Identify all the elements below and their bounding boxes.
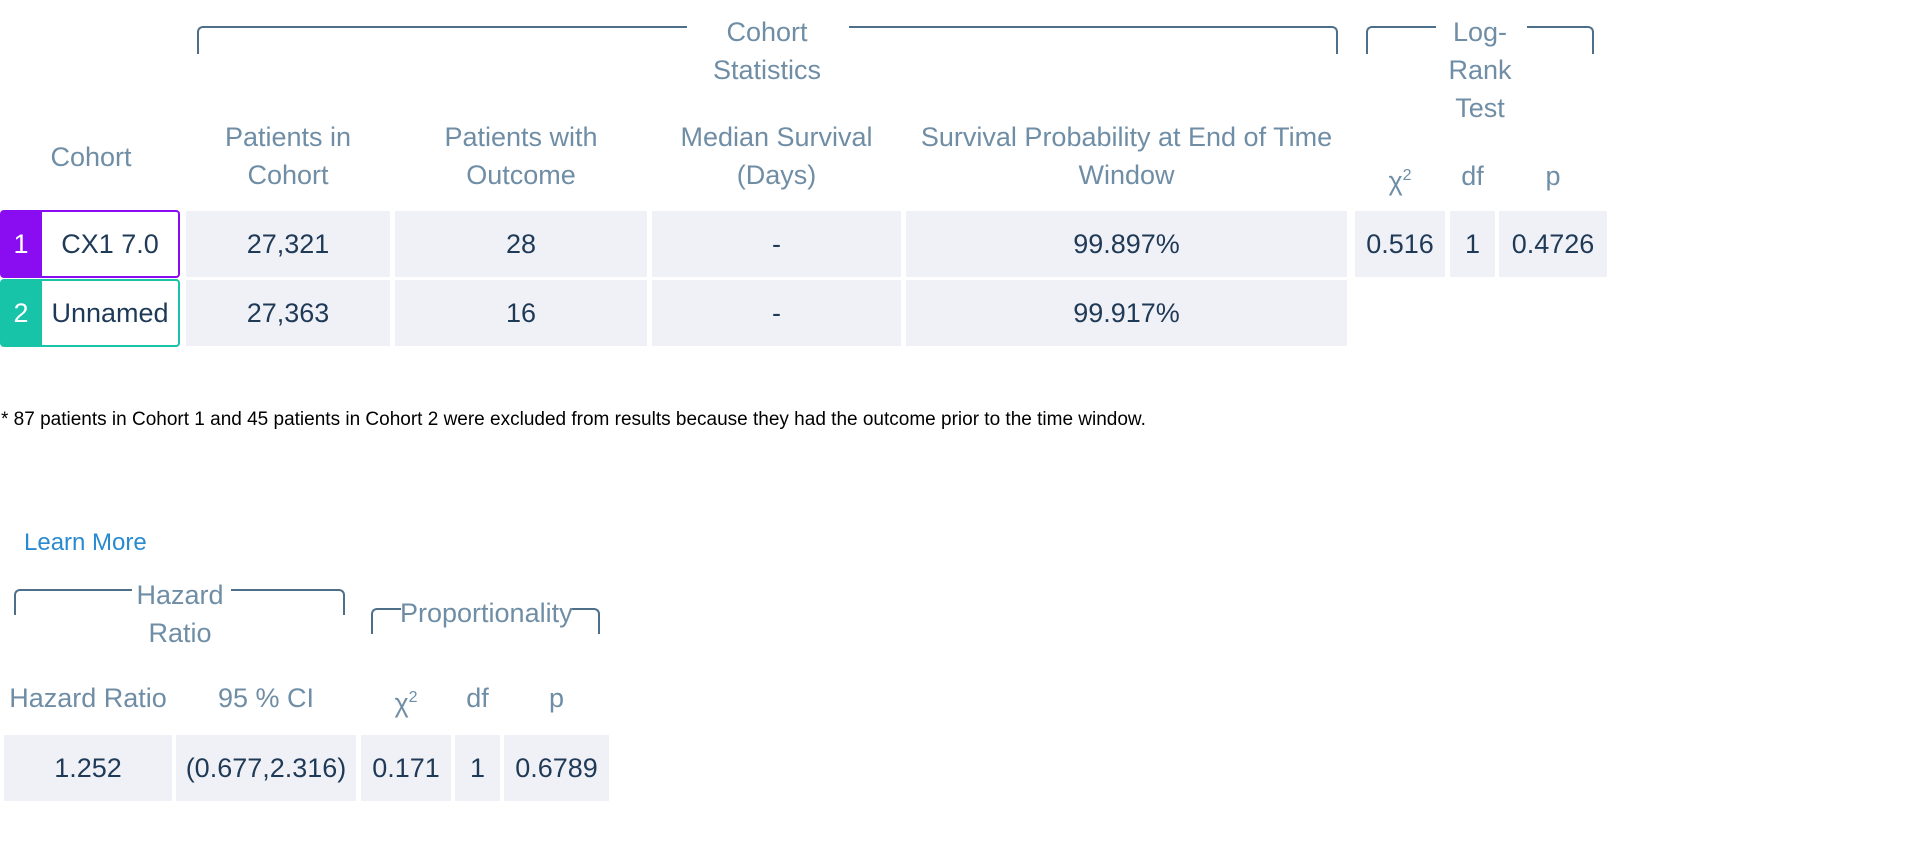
patients-in-cohort-cell: 27,321 xyxy=(186,211,390,277)
log-rank-df-cell: 1 xyxy=(1450,211,1495,277)
log-rank-chi2-cell: 0.516 xyxy=(1355,211,1445,277)
hazard-ratio-group-label: Hazard Ratio xyxy=(136,580,224,648)
ci-cell: (0.677,2.316) xyxy=(176,735,356,801)
log-rank-chi2-header: χ2 xyxy=(1388,166,1412,196)
hazard-ratio-bracket-left xyxy=(14,589,132,615)
hazard-ratio-bracket-right xyxy=(231,589,345,615)
median-survival-cell: - xyxy=(652,280,901,346)
cohort-statistics-bracket-left xyxy=(197,26,687,54)
patients-in-cohort-header: Patients in Cohort xyxy=(224,122,352,190)
cohort-statistics-bracket-right xyxy=(849,26,1338,54)
proportionality-bracket-right xyxy=(570,608,600,634)
exclusion-footnote: * 87 patients in Cohort 1 and 45 patient… xyxy=(1,409,1146,430)
cohort-number-badge: 1 xyxy=(0,210,42,278)
proportionality-p-header: p xyxy=(548,683,565,713)
median-survival-header: Median Survival (Days) xyxy=(680,122,873,190)
learn-more-link[interactable]: Learn More xyxy=(24,529,147,557)
hazard-ratio-cell: 1.252 xyxy=(4,735,172,801)
proportionality-chi2-header: χ2 xyxy=(394,688,418,718)
cohort-number-badge: 2 xyxy=(0,279,42,347)
log-rank-p-cell: 0.4726 xyxy=(1499,211,1607,277)
patients-with-outcome-cell: 28 xyxy=(395,211,647,277)
survival-probability-cell: 99.897% xyxy=(906,211,1347,277)
median-survival-cell: - xyxy=(652,211,901,277)
proportionality-chi2-cell: 0.171 xyxy=(361,735,451,801)
survival-probability-header: Survival Probability at End of Time Wind… xyxy=(920,122,1333,190)
survival-probability-cell: 99.917% xyxy=(906,280,1347,346)
proportionality-group-label: Proportionality xyxy=(400,598,573,628)
proportionality-df-header: df xyxy=(466,683,489,713)
log-rank-df-header: df xyxy=(1461,161,1484,191)
log-rank-bracket-left xyxy=(1366,26,1436,54)
cohort-statistics-group-label: Cohort Statistics xyxy=(712,17,822,85)
cohort-name[interactable]: Unnamed xyxy=(42,279,180,347)
log-rank-bracket-right xyxy=(1527,26,1594,54)
patients-in-cohort-cell: 27,363 xyxy=(186,280,390,346)
cohort-header: Cohort xyxy=(50,142,132,172)
hazard-ratio-header: Hazard Ratio xyxy=(9,683,167,713)
patients-with-outcome-cell: 16 xyxy=(395,280,647,346)
proportionality-p-cell: 0.6789 xyxy=(504,735,609,801)
patients-with-outcome-header: Patients with Outcome xyxy=(444,122,598,190)
log-rank-group-label: Log-Rank Test xyxy=(1448,17,1512,123)
proportionality-df-cell: 1 xyxy=(455,735,500,801)
cohort-name[interactable]: CX1 7.0 xyxy=(42,210,180,278)
ci-header: 95 % CI xyxy=(217,683,315,713)
log-rank-p-header: p xyxy=(1545,161,1561,191)
proportionality-bracket-left xyxy=(371,608,401,634)
